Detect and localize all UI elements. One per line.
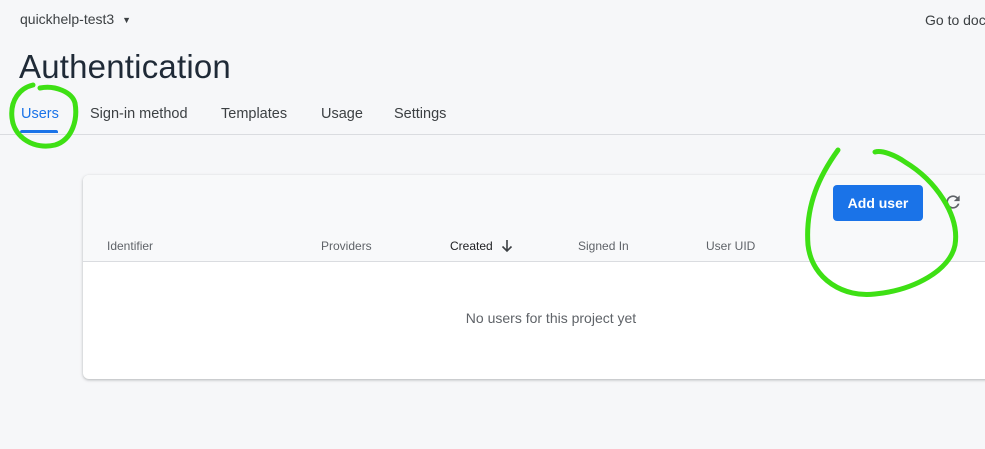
project-name: quickhelp-test3 [20,11,115,27]
tab-bar: Users Sign-in method Templates Usage Set… [0,100,985,135]
tab-usage[interactable]: Usage [321,106,363,122]
column-header-identifier[interactable]: Identifier [107,239,153,253]
project-picker[interactable]: quickhelp-test3 ▼ [20,11,131,27]
column-header-providers[interactable]: Providers [321,239,372,253]
firebase-auth-page: quickhelp-test3 ▼ Go to doc Authenticati… [0,0,985,449]
empty-state-message: No users for this project yet [465,310,637,326]
go-to-docs-link[interactable]: Go to doc [925,12,985,28]
arrow-down-icon[interactable] [500,238,514,254]
page-title: Authentication [19,48,231,85]
users-table-card: Add user Identifier Providers Created Si… [83,175,985,379]
column-header-created[interactable]: Created [450,239,493,253]
chevron-down-icon: ▼ [122,15,132,25]
tab-settings[interactable]: Settings [394,106,446,122]
tab-users[interactable]: Users [21,106,59,122]
tab-templates[interactable]: Templates [221,106,287,122]
refresh-icon[interactable] [943,192,963,212]
column-header-user-uid[interactable]: User UID [706,239,755,253]
column-header-signed-in[interactable]: Signed In [578,239,629,253]
active-tab-indicator [20,130,58,133]
add-user-button[interactable]: Add user [833,185,923,221]
tab-sign-in-method[interactable]: Sign-in method [90,106,188,122]
